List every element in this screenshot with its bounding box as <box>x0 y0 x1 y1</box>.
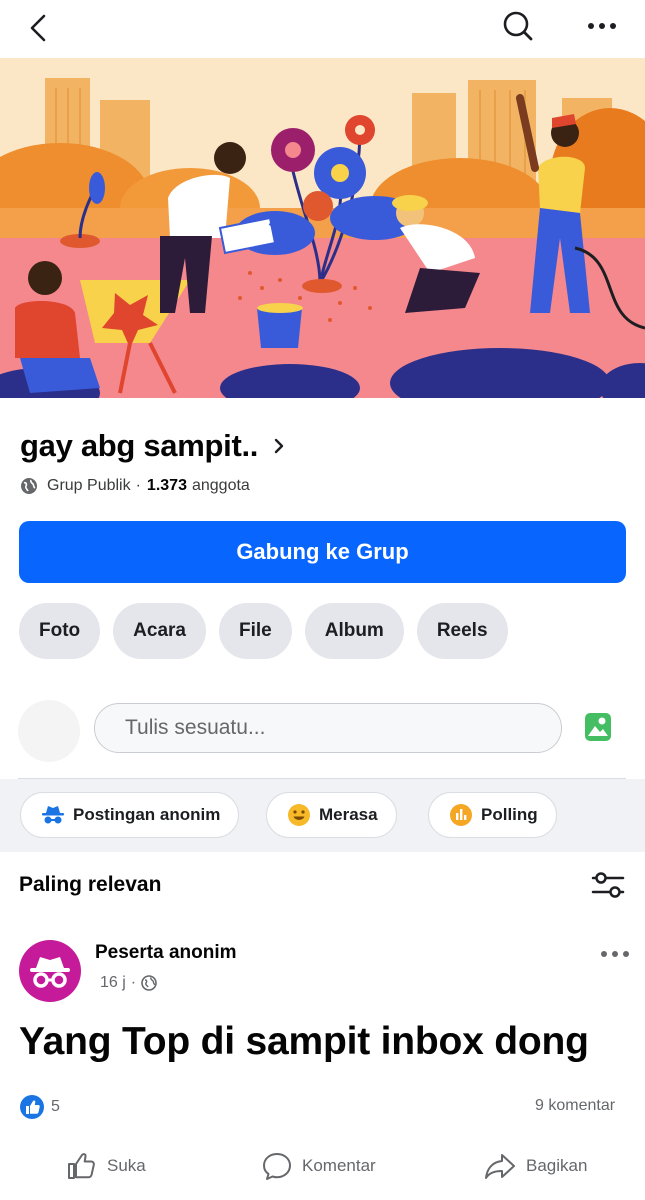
post-author[interactable]: Peserta anonim <box>95 942 237 964</box>
incognito-icon <box>42 806 64 824</box>
feeling-button[interactable]: Merasa <box>266 792 397 838</box>
reaction-summary[interactable]: 5 <box>19 1094 60 1120</box>
write-something-input[interactable]: Tulis sesuatu... <box>94 703 562 753</box>
share-arrow-icon <box>485 1154 515 1179</box>
poll-button[interactable]: Polling <box>428 792 557 838</box>
member-label: anggota <box>191 477 250 494</box>
like-reaction-icon <box>20 1095 44 1119</box>
group-privacy: Grup Publik <box>47 477 131 494</box>
smile-icon <box>288 804 310 826</box>
thumbs-up-icon <box>68 1153 95 1179</box>
chip-reels[interactable]: Reels <box>416 603 508 659</box>
anonymous-post-button[interactable]: Postingan anonim <box>20 792 240 838</box>
composer-avatar <box>18 700 80 762</box>
filter-sliders-icon[interactable] <box>590 870 626 900</box>
chevron-left-icon[interactable] <box>22 10 58 46</box>
comment-button[interactable]: Komentar <box>261 1148 376 1184</box>
chip-foto[interactable]: Foto <box>19 603 101 659</box>
like-count-text: 5 <box>51 1098 60 1115</box>
chevron-right-icon <box>274 438 284 454</box>
more-horizontal-icon[interactable] <box>582 12 622 40</box>
meta-separator: · <box>135 477 141 494</box>
share-label: Bagikan <box>526 1156 588 1175</box>
chip-album[interactable]: Album <box>304 603 404 659</box>
poll-icon <box>450 804 472 826</box>
like-label: Suka <box>107 1156 146 1175</box>
join-group-button[interactable]: Gabung ke Grup <box>19 521 626 583</box>
photo-icon[interactable] <box>584 712 612 742</box>
share-button[interactable]: Bagikan <box>483 1148 587 1184</box>
post-time-text: 16 j <box>100 974 126 991</box>
anonymous-post-label: Postingan anonim <box>73 805 221 824</box>
member-count: 1.373 <box>146 477 187 494</box>
globe-icon <box>141 975 157 991</box>
incognito-avatar-icon <box>30 957 70 988</box>
top-bar <box>0 0 645 58</box>
chip-acara[interactable]: Acara <box>113 603 206 659</box>
feeling-label: Merasa <box>319 805 378 824</box>
search-icon[interactable] <box>498 6 538 46</box>
group-meta: Grup Publik · 1.373 anggota <box>20 477 250 495</box>
chip-file[interactable]: File <box>218 603 292 659</box>
like-button[interactable]: Suka <box>66 1148 146 1184</box>
comment-label: Komentar <box>302 1156 376 1175</box>
post-time: 16 j · <box>100 974 157 992</box>
group-tabs: Foto Acara File Album Reels <box>19 603 508 659</box>
comment-count[interactable]: 9 komentar <box>535 1097 615 1115</box>
post-time-separator: · <box>130 974 137 991</box>
group-title: gay abg sampit.. <box>20 428 259 463</box>
post-more-icon[interactable] <box>598 944 632 964</box>
anonymous-avatar[interactable] <box>19 940 81 1002</box>
globe-icon <box>21 478 37 494</box>
sort-label[interactable]: Paling relevan <box>19 873 161 897</box>
post-text: Yang Top di sampit inbox dong <box>19 1020 589 1063</box>
group-title-row[interactable]: gay abg sampit.. <box>20 426 286 466</box>
comment-bubble-icon <box>263 1153 291 1180</box>
poll-label: Polling <box>481 805 538 824</box>
group-cover-image <box>0 58 645 398</box>
